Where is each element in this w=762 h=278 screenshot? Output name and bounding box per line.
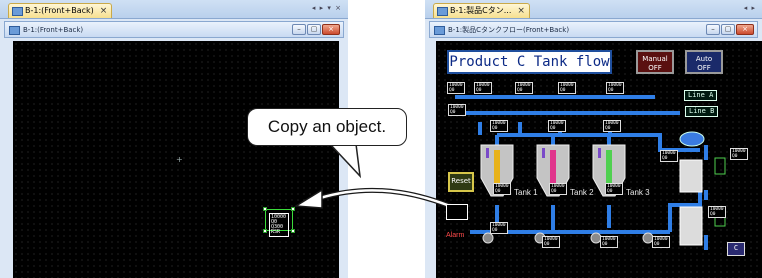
device-tag[interactable]: 10000 Q0 [660,150,678,162]
manual-button-line1: Manual [642,55,668,63]
device-tag[interactable]: 10000 Q0 [474,82,492,94]
device-tag[interactable]: 10000 Q0 [708,206,726,218]
device-tag[interactable]: 10000 Q0 [605,183,623,195]
reset-button[interactable]: Reset [448,172,474,192]
tank-2-label: Tank 2 [570,188,594,197]
device-tag[interactable]: 10000 Q0 [549,183,567,195]
device-tag[interactable]: 10000 Q0 [542,236,560,248]
device-tag[interactable]: 10000 Q0 [515,82,533,94]
device-tag[interactable]: 10000 Q0 [730,148,748,160]
pipe-tank-outlets [495,205,611,232]
alarm-label: Alarm [446,232,465,239]
source-object[interactable] [446,204,468,220]
device-tag[interactable]: 10000 Q0 [548,120,566,132]
line-a-badge: Line A [684,90,718,101]
device-tag[interactable]: 10000 Q0 [603,120,621,132]
device-tag[interactable]: 10000 Q0 [600,236,618,248]
manual-button-line2: OFF [648,64,662,72]
tank-3-label: Tank 3 [626,188,650,197]
manual-button[interactable]: Manual OFF [636,50,674,74]
copy-object-callout: Copy an object. [247,108,407,146]
device-tag[interactable]: 10000 Q0 [490,222,508,234]
indicator-upper [714,157,726,175]
device-tag[interactable]: 10000 Q0 [558,82,576,94]
bottom-right-box[interactable]: C [727,242,745,256]
reset-label: Reset [451,177,471,185]
device-tag[interactable]: 10000 Q0 [448,104,466,116]
callout-tail [328,143,362,179]
hmi-screen-title: Product C Tank flow [447,50,612,74]
auto-button-line1: Auto [695,55,713,63]
arrow-head-icon [293,188,323,209]
device-tag[interactable]: 10000 Q0 [490,120,508,132]
auto-button[interactable]: Auto OFF [685,50,723,74]
device-tag[interactable]: 10000 Q0 [652,236,670,248]
line-b-badge: Line B [685,106,719,117]
auto-button-line2: OFF [697,64,711,72]
filter-vessel [679,131,705,147]
device-tag[interactable]: 10000 Q0 [447,82,465,94]
pumps [482,232,654,244]
vessel-lower [679,206,703,246]
tank-1-label: Tank 1 [514,188,538,197]
vessel-upper [679,159,703,193]
device-tag[interactable]: 10000 Q0 [606,82,624,94]
device-tag[interactable]: 10000 Q0 [493,183,511,195]
